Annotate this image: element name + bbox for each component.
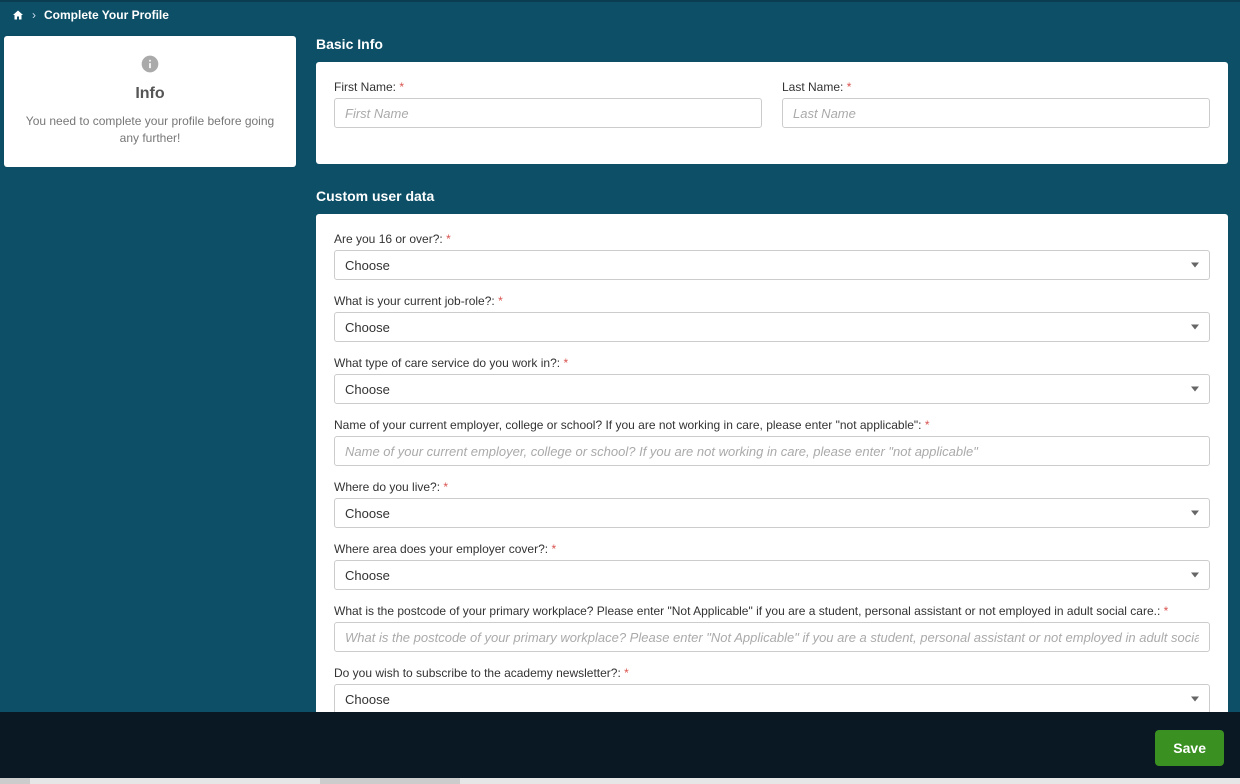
newsletter-label: Do you wish to subscribe to the academy … xyxy=(334,666,1210,680)
footer: Save xyxy=(0,712,1240,784)
required-mark: * xyxy=(551,542,556,556)
chevron-down-icon xyxy=(1191,263,1199,268)
info-card: Info You need to complete your profile b… xyxy=(4,36,296,167)
chevron-down-icon xyxy=(1191,573,1199,578)
first-name-field[interactable] xyxy=(334,98,762,128)
employer-label: Name of your current employer, college o… xyxy=(334,418,1210,432)
select-value: Choose xyxy=(345,692,390,707)
required-mark: * xyxy=(624,666,629,680)
employer-field[interactable] xyxy=(334,436,1210,466)
first-name-label: First Name: * xyxy=(334,80,762,94)
required-mark: * xyxy=(498,294,503,308)
breadcrumb-separator: › xyxy=(32,8,36,22)
last-name-field[interactable] xyxy=(782,98,1210,128)
required-mark: * xyxy=(443,480,448,494)
required-mark: * xyxy=(446,232,451,246)
save-button[interactable]: Save xyxy=(1155,730,1224,766)
breadcrumb: › Complete Your Profile xyxy=(0,2,1240,28)
service-select[interactable]: Choose xyxy=(334,374,1210,404)
select-value: Choose xyxy=(345,258,390,273)
info-title: Info xyxy=(20,85,280,103)
required-mark: * xyxy=(1164,604,1169,618)
home-icon[interactable] xyxy=(12,9,24,21)
info-icon xyxy=(20,54,280,77)
last-name-label: Last Name: * xyxy=(782,80,1210,94)
service-label: What type of care service do you work in… xyxy=(334,356,1210,370)
required-mark: * xyxy=(925,418,930,432)
postcode-label: What is the postcode of your primary wor… xyxy=(334,604,1210,618)
postcode-field[interactable] xyxy=(334,622,1210,652)
job-label: What is your current job-role?: * xyxy=(334,294,1210,308)
job-select[interactable]: Choose xyxy=(334,312,1210,342)
area-select[interactable]: Choose xyxy=(334,560,1210,590)
live-label: Where do you live?: * xyxy=(334,480,1210,494)
live-select[interactable]: Choose xyxy=(334,498,1210,528)
select-value: Choose xyxy=(345,568,390,583)
chevron-down-icon xyxy=(1191,325,1199,330)
select-value: Choose xyxy=(345,382,390,397)
required-mark: * xyxy=(847,80,852,94)
chevron-down-icon xyxy=(1191,387,1199,392)
panel-custom-data: Are you 16 or over?: * Choose What is yo… xyxy=(316,214,1228,736)
select-value: Choose xyxy=(345,320,390,335)
bottom-strip xyxy=(0,778,1240,784)
required-mark: * xyxy=(563,356,568,370)
breadcrumb-current: Complete Your Profile xyxy=(44,8,169,22)
section-title-custom: Custom user data xyxy=(316,188,1228,204)
panel-basic-info: First Name: * Last Name: * xyxy=(316,62,1228,164)
area-label: Where area does your employer cover?: * xyxy=(334,542,1210,556)
select-value: Choose xyxy=(345,506,390,521)
chevron-down-icon xyxy=(1191,697,1199,702)
chevron-down-icon xyxy=(1191,511,1199,516)
age-label: Are you 16 or over?: * xyxy=(334,232,1210,246)
info-text: You need to complete your profile before… xyxy=(20,113,280,147)
section-title-basic: Basic Info xyxy=(316,36,1228,52)
newsletter-select[interactable]: Choose xyxy=(334,684,1210,714)
age-select[interactable]: Choose xyxy=(334,250,1210,280)
required-mark: * xyxy=(399,80,404,94)
